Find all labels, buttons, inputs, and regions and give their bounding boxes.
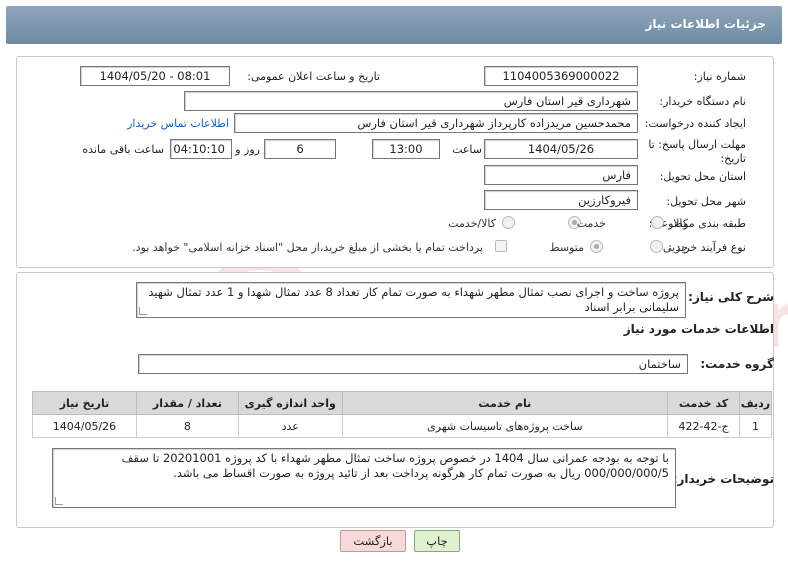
back-button[interactable]: بازگشت <box>340 530 406 552</box>
process-option-minor: جزیی <box>662 241 688 254</box>
services-table: ردیف کد خدمت نام خدمت واحد اندازه گیری ت… <box>32 391 772 438</box>
page-header: جزئیات اطلاعات نیاز <box>6 6 782 44</box>
creator-label: ایجاد کننده درخواست: <box>644 117 746 130</box>
announce-field: 1404/05/20 - 08:01 <box>80 66 230 86</box>
col-service-code: کد خدمت <box>667 391 741 415</box>
col-service-name: نام خدمت <box>341 391 669 415</box>
cell-need-date: 1404/05/26 <box>32 414 137 438</box>
city-field: فیروکارزین <box>484 190 638 210</box>
deadline-date-field: 1404/05/26 <box>484 139 638 159</box>
buyer-notes-text: با توجه به بودجه عمرانی سال 1404 در خصوص… <box>121 451 669 480</box>
cell-unit: عدد <box>237 414 343 438</box>
province-label: استان محل تحویل: <box>659 170 746 183</box>
category-radio-goods[interactable] <box>651 216 664 229</box>
days-label: روز و <box>235 143 260 156</box>
deadline-time-field: 13:00 <box>372 139 440 159</box>
buyer-notes-label: توضیحات خریدار: <box>672 472 774 486</box>
resize-grip-icon[interactable] <box>139 307 147 315</box>
summary-textarea[interactable]: پروژه ساخت و اجرای نصب تمثال مطهر شهداء … <box>136 282 686 318</box>
need-number-label: شماره نیاز: <box>693 70 746 83</box>
cell-quantity: 8 <box>135 414 239 438</box>
col-row-number: ردیف <box>739 391 772 415</box>
table-header-row: ردیف کد خدمت نام خدمت واحد اندازه گیری ت… <box>32 391 772 415</box>
buyer-contact-link[interactable]: اطلاعات تماس خریدار <box>127 117 229 130</box>
process-radio-medium[interactable] <box>590 240 603 253</box>
category-option-goods: کالا <box>673 217 688 230</box>
process-option-medium: متوسط <box>549 241 584 254</box>
province-field: فارس <box>484 165 638 185</box>
service-group-label: گروه خدمت: <box>700 357 774 371</box>
city-label: شهر محل تحویل: <box>666 195 746 208</box>
service-group-field: ساختمان <box>138 354 688 374</box>
print-button[interactable]: چاپ <box>414 530 460 552</box>
remaining-time-field: 04:10:10 <box>170 139 232 159</box>
table-row: 1 ج-42-422 ساخت پروژه‌های تاسیسات شهری ع… <box>32 414 772 438</box>
need-number-field: 1104005369000022 <box>484 66 638 86</box>
category-option-service: خدمت <box>576 217 606 230</box>
summary-text: پروژه ساخت و اجرای نصب تمثال مطهر شهداء … <box>148 285 679 314</box>
services-section-title: اطلاعات خدمات مورد نیاز <box>623 322 774 336</box>
deadline-time-label: ساعت <box>452 143 482 156</box>
buyer-field: شهرداری قیر استان فارس <box>184 91 638 111</box>
summary-label: شرح کلی نیاز: <box>688 290 774 304</box>
process-radio-minor[interactable] <box>650 240 663 253</box>
days-field: 6 <box>264 139 336 159</box>
buyer-label: نام دستگاه خریدار: <box>659 95 746 108</box>
page-title: جزئیات اطلاعات نیاز <box>645 17 766 31</box>
col-need-date: تاریخ نیاز <box>32 391 137 415</box>
treasury-note: پرداخت تمام یا بخشی از مبلغ خرید،از محل … <box>132 241 483 254</box>
deadline-label: مهلت ارسال پاسخ: تا تاریخ: <box>648 138 746 165</box>
cell-row-number: 1 <box>739 414 772 438</box>
treasury-checkbox[interactable] <box>495 240 507 252</box>
cell-service-name: ساخت پروژه‌های تاسیسات شهری <box>341 414 669 438</box>
category-option-goods-service: کالا/خدمت <box>448 217 496 230</box>
col-quantity: تعداد / مقدار <box>135 391 239 415</box>
category-radio-goods-service[interactable] <box>502 216 515 229</box>
col-unit: واحد اندازه گیری <box>237 391 343 415</box>
buyer-notes-textarea[interactable]: با توجه به بودجه عمرانی سال 1404 در خصوص… <box>52 448 676 508</box>
cell-service-code: ج-42-422 <box>667 414 741 438</box>
announce-label: تاریخ و ساعت اعلان عمومی: <box>247 70 380 83</box>
creator-field: محمدحسین مریدزاده کارپرداز شهرداری قیر ا… <box>234 113 638 133</box>
remaining-label: ساعت باقی مانده <box>82 143 164 156</box>
resize-grip-icon[interactable] <box>55 497 63 505</box>
